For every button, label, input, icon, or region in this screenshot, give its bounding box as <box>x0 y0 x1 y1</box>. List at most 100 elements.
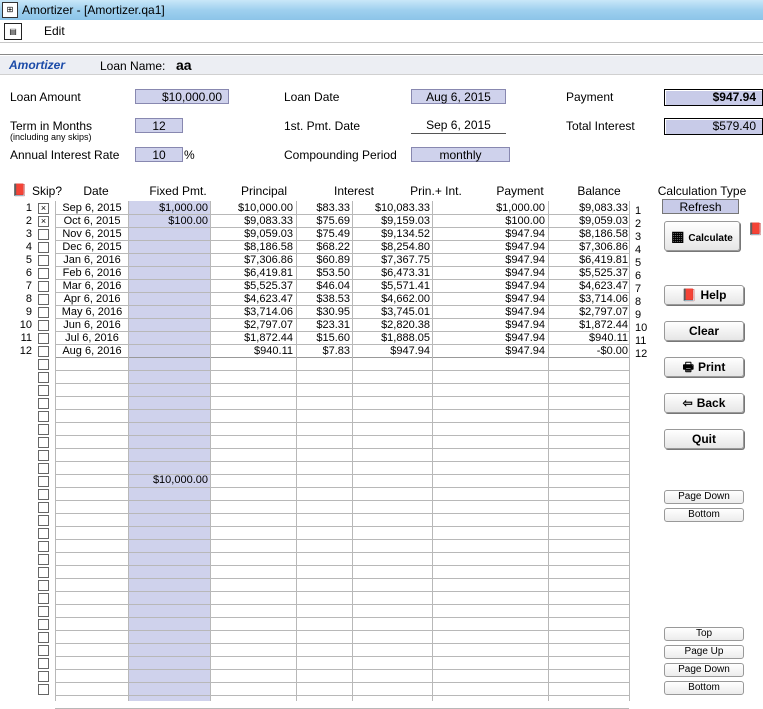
balance-cell: -$0.00 <box>596 345 628 357</box>
clear-label: Clear <box>688 324 720 338</box>
skip-checkbox[interactable] <box>38 541 49 552</box>
skip-checkbox[interactable] <box>38 606 49 617</box>
book-icon-right: 📕 <box>748 222 763 236</box>
fixed-payment-cell[interactable] <box>130 345 208 358</box>
payment-cell: $947.94 <box>505 241 545 253</box>
skip-checkbox[interactable] <box>38 307 49 318</box>
grid-row-line <box>55 552 629 553</box>
principal-cell: $9,059.03 <box>244 228 293 240</box>
skip-checkbox[interactable] <box>38 359 49 370</box>
skip-checkbox[interactable] <box>38 489 49 500</box>
col-date-header: Date <box>83 184 109 198</box>
fixed-payment-cell[interactable] <box>130 241 208 254</box>
principal-cell: $4,623.47 <box>244 293 293 305</box>
skip-checkbox[interactable] <box>38 619 49 630</box>
top-button[interactable]: Top <box>664 627 744 641</box>
document-menu-icon[interactable]: ▤ <box>4 23 22 40</box>
rate-field[interactable]: 10 <box>135 147 183 162</box>
skip-checkbox[interactable] <box>38 515 49 526</box>
loan-name-value[interactable]: aa <box>176 57 192 73</box>
page-down-button-2[interactable]: Page Down <box>664 663 744 677</box>
date-cell: Feb 6, 2016 <box>62 267 122 279</box>
skip-checkbox[interactable] <box>38 385 49 396</box>
skip-checkbox[interactable] <box>38 229 49 240</box>
help-button[interactable]: 📕 Help <box>664 285 744 305</box>
loan-date-field[interactable]: Aug 6, 2015 <box>411 89 506 104</box>
fixed-payment-cell[interactable] <box>130 332 208 345</box>
skip-checkbox[interactable]: × <box>38 203 49 214</box>
fixed-payment-cell[interactable]: $1,000.00 <box>130 202 208 215</box>
skip-checkbox[interactable] <box>38 333 49 344</box>
skip-checkbox[interactable] <box>38 554 49 565</box>
skip-checkbox[interactable] <box>38 255 49 266</box>
grid-col-line <box>548 201 549 701</box>
fixed-payment-cell[interactable]: $100.00 <box>130 215 208 228</box>
interest-cell: $7.83 <box>322 345 350 357</box>
fixed-payment-cell[interactable] <box>130 306 208 319</box>
fixed-payment-cell[interactable] <box>130 293 208 306</box>
skip-checkbox[interactable] <box>38 281 49 292</box>
col-principal-header: Principal <box>240 184 288 198</box>
calculate-button[interactable]: ▦ Calculate <box>664 221 740 251</box>
term-field[interactable]: 12 <box>135 118 183 133</box>
balance-cell: $3,714.06 <box>579 293 628 305</box>
bottom-button-2[interactable]: Bottom <box>664 681 744 695</box>
fixed-payment-cell[interactable] <box>130 267 208 280</box>
first-pmt-field[interactable]: Sep 6, 2015 <box>411 118 506 134</box>
menu-edit[interactable]: Edit <box>44 24 65 38</box>
grid-row-line <box>55 669 629 670</box>
skip-checkbox[interactable] <box>38 463 49 474</box>
help-book-icon: 📕 <box>681 288 697 302</box>
calc-type-select[interactable]: Refresh <box>662 199 739 214</box>
skip-checkbox[interactable] <box>38 372 49 383</box>
bottom-button-1[interactable]: Bottom <box>664 508 744 522</box>
skip-checkbox[interactable] <box>38 398 49 409</box>
loan-amount-field[interactable]: $10,000.00 <box>135 89 229 104</box>
back-button[interactable]: ⇦ Back <box>664 393 744 413</box>
skip-checkbox[interactable] <box>38 567 49 578</box>
compounding-select[interactable]: monthly <box>411 147 510 162</box>
skip-checkbox[interactable] <box>38 242 49 253</box>
page-up-button[interactable]: Page Up <box>664 645 744 659</box>
skip-checkbox[interactable] <box>38 593 49 604</box>
skip-checkbox[interactable]: × <box>38 216 49 227</box>
skip-checkbox[interactable] <box>38 346 49 357</box>
skip-checkbox[interactable] <box>38 411 49 422</box>
principal-cell: $6,419.81 <box>244 267 293 279</box>
date-cell: Jun 6, 2016 <box>63 319 121 331</box>
row-number: 6 <box>25 267 32 279</box>
skip-checkbox[interactable] <box>38 632 49 643</box>
fixed-payment-cell[interactable] <box>130 319 208 332</box>
skip-checkbox[interactable] <box>38 645 49 656</box>
grid-row-line <box>55 487 629 488</box>
payment-cell: $947.94 <box>505 332 545 344</box>
first-pmt-label: 1st. Pmt. Date <box>284 119 361 133</box>
skip-checkbox[interactable] <box>38 294 49 305</box>
fixed-payment-cell[interactable] <box>130 228 208 241</box>
quit-button[interactable]: Quit <box>664 429 744 449</box>
skip-checkbox[interactable] <box>38 450 49 461</box>
skip-checkbox[interactable] <box>38 658 49 669</box>
grid-col-line <box>128 201 129 701</box>
skip-checkbox[interactable] <box>38 268 49 279</box>
skip-checkbox[interactable] <box>38 684 49 695</box>
skip-checkbox[interactable] <box>38 528 49 539</box>
fixed-payment-cell[interactable] <box>130 254 208 267</box>
interest-cell: $75.49 <box>316 228 350 240</box>
payment-label: Payment <box>566 90 614 104</box>
skip-checkbox[interactable] <box>38 320 49 331</box>
skip-checkbox[interactable] <box>38 424 49 435</box>
skip-checkbox[interactable] <box>38 502 49 513</box>
print-button[interactable]: 🖶 Print <box>664 357 744 377</box>
skip-checkbox[interactable] <box>38 580 49 591</box>
interest-cell: $75.69 <box>316 215 350 227</box>
skip-checkbox[interactable] <box>38 437 49 448</box>
row-number: 5 <box>25 254 32 266</box>
window-title: Amortizer - [Amortizer.qa1] <box>22 3 165 17</box>
skip-checkbox[interactable] <box>38 671 49 682</box>
page-down-button-1[interactable]: Page Down <box>664 490 744 504</box>
skip-checkbox[interactable] <box>38 476 49 487</box>
prin-int-cell: $1,888.05 <box>381 332 430 344</box>
clear-button[interactable]: Clear <box>664 321 744 341</box>
fixed-payment-cell[interactable] <box>130 280 208 293</box>
